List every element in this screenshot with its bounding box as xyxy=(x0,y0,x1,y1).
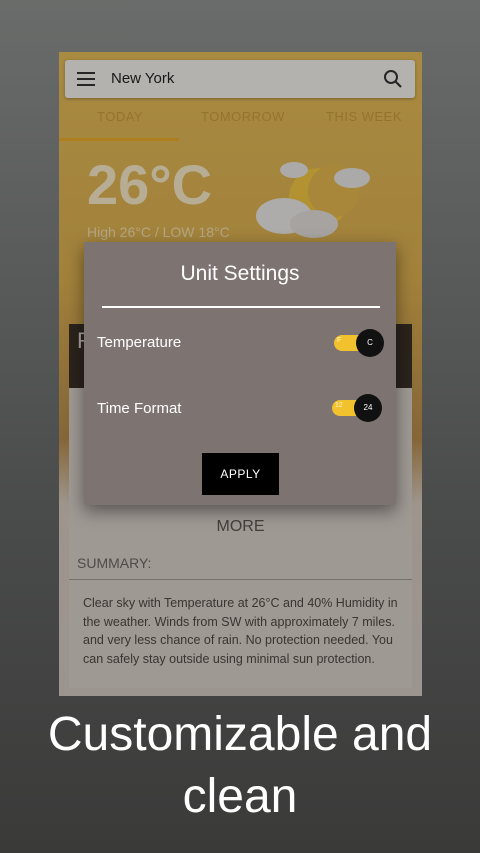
unit-settings-dialog: Unit Settings Temperature F C Time Forma… xyxy=(84,242,396,505)
dialog-title: Unit Settings xyxy=(180,262,300,285)
toggle-off-label: 12 xyxy=(335,402,343,409)
toggle-knob: C xyxy=(356,329,384,357)
dialog-divider xyxy=(102,306,380,308)
toggle-off-label: F xyxy=(337,337,342,344)
promo-caption: Customizable and clean xyxy=(47,708,433,823)
temperature-unit-toggle[interactable]: F C xyxy=(334,329,384,357)
temperature-label: Temperature xyxy=(97,334,182,351)
toggle-knob: 24 xyxy=(354,394,382,422)
time-format-label: Time Format xyxy=(97,400,182,417)
apply-button[interactable]: APPLY xyxy=(202,453,279,495)
time-format-toggle[interactable]: 12 24 xyxy=(332,394,382,422)
